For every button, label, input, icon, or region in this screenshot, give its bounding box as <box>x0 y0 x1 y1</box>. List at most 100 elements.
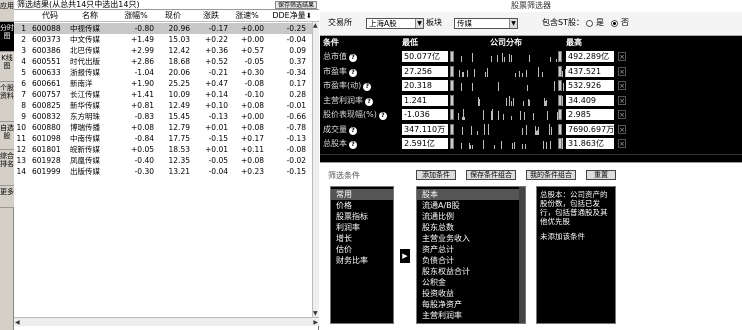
max-slider-handle[interactable] <box>558 109 562 120</box>
max-slider-handle[interactable] <box>558 138 562 149</box>
condition-item-list[interactable]: 股本 流通A/B股 流通比例 股东总数 主营业务收入 资产总计 负债合计 股东权益合计 公积金投… <box>416 186 526 324</box>
my-combo-button[interactable]: 我的条件组合 <box>526 170 576 180</box>
scroll-left-icon[interactable]: ◀ <box>15 319 20 326</box>
col-header-4[interactable]: 涨跌 <box>194 10 228 22</box>
table-row[interactable]: 3 600386 北巴传媒 +2.99 12.42 +0.36 +0.57 0.09 <box>14 45 312 56</box>
table-row[interactable]: 10 600880 博瑞传播 +0.08 12.79 +0.01 +0.08 -0.78 <box>14 122 312 133</box>
reset-button[interactable]: 重置 <box>586 170 616 180</box>
vtab-1[interactable]: 分时图 <box>0 22 14 52</box>
vertical-scrollbar[interactable]: ▲ ▼ <box>312 22 319 317</box>
vtab-6[interactable]: 更多 <box>0 186 14 208</box>
add-arrow-icon[interactable]: ▶ <box>400 249 410 263</box>
max-slider-handle[interactable] <box>558 80 562 91</box>
vtab-2[interactable]: K线图 <box>0 52 14 82</box>
help-icon[interactable]: ? <box>365 97 373 106</box>
col-header-0[interactable]: 代码 <box>32 10 68 22</box>
st-yes-radio[interactable] <box>586 20 593 27</box>
exchange-select[interactable]: 上海A股 ▼ <box>366 18 424 29</box>
condition-item[interactable]: 股本 <box>417 189 519 200</box>
vtab-5[interactable]: 综合排名 <box>0 150 14 186</box>
table-row[interactable]: 8 600825 新华传媒 +0.81 12.49 +0.10 +0.08 -0.01 <box>14 100 312 111</box>
condition-item[interactable]: 股东权益合计 <box>417 266 519 277</box>
condition-item[interactable]: 流通A/B股 <box>417 200 519 211</box>
condition-item[interactable]: 每股净资产 <box>417 299 519 310</box>
scroll-right-icon[interactable]: ▶ <box>313 319 318 326</box>
help-icon[interactable]: ? <box>378 112 387 120</box>
condition-item[interactable]: 负债合计 <box>417 255 519 266</box>
vtab-0[interactable]: 应用 <box>0 0 14 22</box>
vtab-3[interactable]: 个股资料 <box>0 82 14 122</box>
remove-condition-icon[interactable]: × <box>618 139 626 148</box>
add-condition-button[interactable]: 添加条件 <box>416 170 456 180</box>
remove-condition-icon[interactable]: × <box>618 124 626 134</box>
remove-condition-icon[interactable]: × <box>618 81 626 90</box>
min-value-input[interactable]: -1.036 <box>402 109 448 120</box>
max-slider-handle[interactable] <box>558 65 562 77</box>
remove-condition-icon[interactable]: × <box>618 52 626 61</box>
table-row[interactable]: 11 601098 中南传媒 -0.84 17.75 -0.15 +0.17 -0.13 <box>14 133 312 144</box>
condition-item[interactable]: 主营业务收入 <box>417 233 519 244</box>
category-item[interactable]: 财务比率 <box>331 255 393 266</box>
help-icon[interactable]: ? <box>349 126 357 135</box>
help-icon[interactable]: ? <box>349 68 357 77</box>
min-value-input[interactable]: 50.077亿 <box>402 51 448 62</box>
min-value-input[interactable]: 27.256 <box>402 65 448 77</box>
min-value-input[interactable]: 347.110万 <box>402 123 448 135</box>
condition-item[interactable]: 投资收益 <box>417 288 519 299</box>
category-item[interactable]: 利润率 <box>331 222 393 233</box>
table-row[interactable]: 9 600832 东方明珠 -0.83 15.45 -0.13 +0.00 -0.66 <box>14 111 312 122</box>
remove-condition-icon[interactable]: × <box>618 95 626 105</box>
category-item[interactable]: 常用 <box>331 189 393 200</box>
save-combo-button[interactable]: 保存条件组合 <box>466 170 516 180</box>
col-header-2[interactable]: 涨幅% <box>118 10 154 22</box>
min-value-input[interactable]: 1.241 <box>402 94 448 106</box>
max-value-input[interactable]: 34.409 <box>566 94 614 106</box>
help-icon[interactable]: ? <box>349 54 357 62</box>
condition-item[interactable]: 资产总计 <box>417 244 519 255</box>
table-row[interactable]: 7 600757 长江传媒 +1.41 10.09 +0.14 -0.10 0.28 <box>14 89 312 100</box>
category-item[interactable]: 股票指标 <box>331 211 393 222</box>
category-item[interactable]: 估价 <box>331 244 393 255</box>
vtab-4[interactable]: 自选股 <box>0 122 14 150</box>
list-scrollbar[interactable] <box>519 187 525 323</box>
max-slider-handle[interactable] <box>558 94 562 106</box>
min-value-input[interactable]: 2.591亿 <box>402 138 448 149</box>
max-value-input[interactable]: 532.926 <box>566 80 614 91</box>
max-slider-handle[interactable] <box>558 123 562 135</box>
remove-condition-icon[interactable]: × <box>618 66 626 76</box>
help-icon[interactable]: ? <box>349 141 357 149</box>
remove-condition-icon[interactable]: × <box>618 110 626 119</box>
table-row[interactable]: 13 601928 凤凰传媒 -0.40 12.35 -0.05 +0.08 -0.02 <box>14 155 312 166</box>
table-row[interactable]: 4 600551 时代出版 +2.86 18.68 +0.52 -0.05 0.37 <box>14 56 312 67</box>
condition-item[interactable]: 流通比例 <box>417 211 519 222</box>
help-icon[interactable]: ? <box>363 83 372 91</box>
max-value-input[interactable]: 7690.697万 <box>566 123 614 135</box>
max-value-input[interactable]: 492.289亿 <box>566 51 614 62</box>
condition-item[interactable]: 主营利润率 <box>417 310 519 321</box>
category-item[interactable]: 价格 <box>331 200 393 211</box>
scroll-down-icon[interactable]: ▼ <box>313 310 318 317</box>
col-header-3[interactable]: 现价 <box>156 10 190 22</box>
max-slider-handle[interactable] <box>558 51 562 62</box>
category-item[interactable]: 增长 <box>331 233 393 244</box>
category-list[interactable]: 常用 价格 股票指标 利润率 增长 估价 财务比率 <box>330 186 394 324</box>
condition-item[interactable]: 公积金 <box>417 277 519 288</box>
save-result-button[interactable]: 保存筛选结果 <box>274 1 317 9</box>
max-value-input[interactable]: 31.863亿 <box>566 138 614 149</box>
table-row[interactable]: 6 600661 新南洋 +1.90 25.25 +0.47 -0.08 0.17 <box>14 78 312 89</box>
table-row[interactable]: 14 601999 出版传媒 -0.30 13.21 -0.04 +0.23 -0.15 <box>14 166 312 177</box>
col-header-5[interactable]: 涨速% <box>230 10 264 22</box>
max-value-input[interactable]: 2.985 <box>566 109 614 120</box>
col-header-1[interactable]: 名称 <box>70 10 110 22</box>
table-row[interactable]: 1 600088 中视传媒 -0.80 20.96 -0.17 +0.00 -0.25 <box>14 23 312 34</box>
table-row[interactable]: 2 600373 中文传媒 +1.49 15.03 +0.22 +0.00 -0.04 <box>14 34 312 45</box>
st-no-radio[interactable] <box>611 20 618 27</box>
horizontal-scrollbar[interactable]: ◀ ▶ <box>14 317 319 326</box>
table-row[interactable]: 5 600633 浙报传媒 -1.04 20.06 -0.21 +0.30 -0.34 <box>14 67 312 78</box>
scroll-up-icon[interactable]: ▲ <box>313 22 318 29</box>
sector-select[interactable]: 传媒 ▼ <box>454 18 518 29</box>
max-value-input[interactable]: 437.521 <box>566 65 614 77</box>
table-row[interactable]: 12 601801 皖新传媒 +0.05 18.53 +0.01 +0.11 -0.08 <box>14 144 312 155</box>
min-value-input[interactable]: 20.318 <box>402 80 448 91</box>
condition-item[interactable]: 股东总数 <box>417 222 519 233</box>
